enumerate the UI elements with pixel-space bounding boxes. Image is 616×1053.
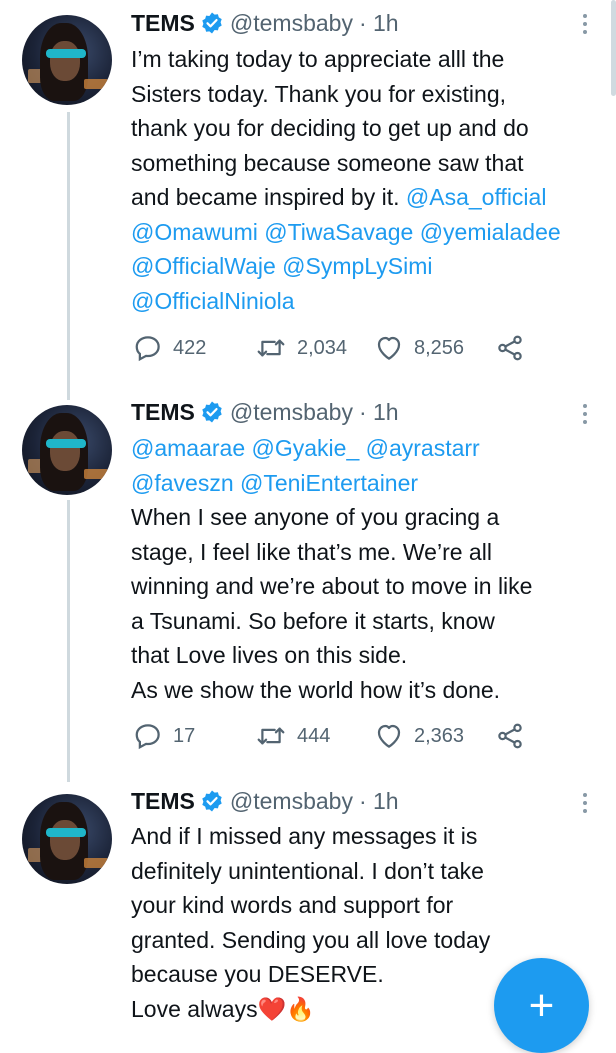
- display-name[interactable]: TEMS: [131, 788, 195, 815]
- plus-icon: +: [528, 981, 555, 1030]
- verified-badge-icon: [200, 789, 224, 813]
- tweet[interactable]: TEMS @temsbaby · 1h And if I missed any …: [0, 0, 616, 1024]
- tweet-text-span: definitely unintentional. I don’t take: [131, 857, 484, 884]
- tweet-text-span: granted. Sending you all love today: [131, 926, 491, 953]
- tweet-header: TEMS @temsbaby · 1h: [131, 786, 399, 816]
- username[interactable]: @temsbaby: [230, 788, 353, 815]
- avatar[interactable]: [22, 794, 112, 884]
- more-options-icon[interactable]: [582, 793, 588, 813]
- tweet-text-span: because you DESERVE.: [131, 961, 384, 987]
- tweet-text-span: Love always❤️🔥: [131, 995, 315, 1022]
- tweet-text-span: And if I missed any messages it is: [131, 823, 478, 849]
- timestamp[interactable]: · 1h: [359, 788, 399, 815]
- tweet-text-span: your kind words and support for: [131, 892, 454, 918]
- compose-tweet-button[interactable]: +: [494, 958, 589, 1053]
